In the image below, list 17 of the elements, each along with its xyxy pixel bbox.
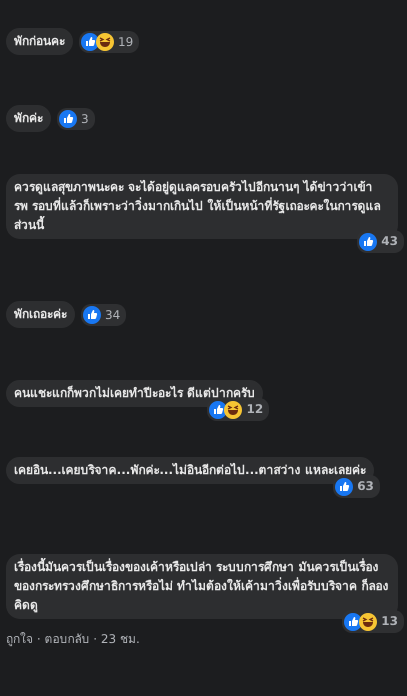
laughing-face-icon — [224, 400, 242, 418]
reaction-badge[interactable]: 3 — [57, 108, 95, 130]
thumbs-up-icon — [359, 232, 378, 250]
thumbs-up-icon — [335, 478, 354, 496]
reaction-badge[interactable]: 43 — [357, 230, 404, 253]
reaction-badge[interactable]: 34 — [81, 304, 126, 326]
comment-text: พักก่อนคะ — [6, 28, 73, 55]
reaction-badge[interactable]: 13 — [342, 610, 404, 633]
reaction-badge[interactable]: 63 — [333, 475, 380, 498]
reaction-badge[interactable]: 12 — [207, 398, 270, 421]
laughing-face-icon — [96, 32, 114, 50]
reaction-badge[interactable]: 19 — [79, 30, 140, 52]
comment-text: พักค่ะ — [6, 105, 51, 132]
laughing-face-icon — [359, 612, 378, 630]
comment-text: พักเถอะค่ะ — [6, 301, 75, 328]
thumbs-up-icon — [59, 110, 77, 128]
thumbs-up-icon — [83, 306, 101, 324]
